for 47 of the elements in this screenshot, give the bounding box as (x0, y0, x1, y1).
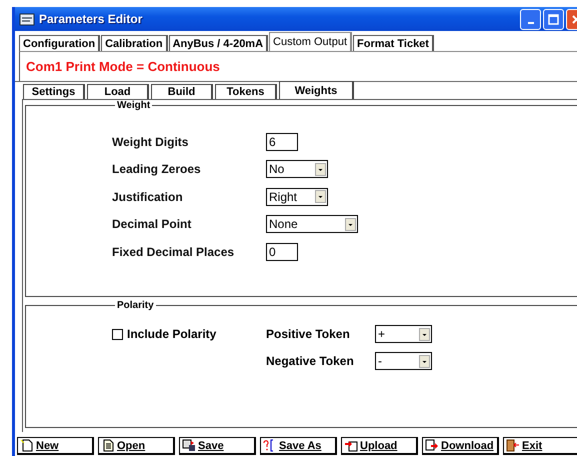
door-icon (506, 439, 520, 452)
tab[interactable]: AnyBus / 4-20mA (168, 35, 268, 51)
toolbar-button[interactable]: Exit (503, 437, 577, 456)
dropdown[interactable]: + (375, 325, 432, 344)
window-title: Parameters Editor (39, 12, 142, 26)
dropdown[interactable]: None (266, 215, 358, 234)
field-label: Weight Digits (112, 134, 190, 149)
field-label: Leading Zeroes (112, 162, 202, 176)
download-arrow-icon (425, 439, 439, 452)
toolbar-button[interactable]: Upload (341, 437, 418, 456)
maximize-icon (548, 14, 559, 24)
tab[interactable]: Custom Output (269, 32, 352, 51)
group-title: Weight (116, 100, 152, 112)
tab[interactable]: Weights (279, 81, 354, 100)
tab[interactable]: Build (151, 84, 213, 100)
group-title: Polarity (116, 300, 155, 312)
field-label: Negative Token (266, 354, 355, 368)
page-icon (20, 439, 34, 452)
tab[interactable]: Settings (23, 84, 85, 100)
tab[interactable]: Tokens (215, 84, 277, 100)
toolbar-button[interactable]: Download (422, 437, 499, 456)
toolbar-button[interactable]: New (17, 437, 94, 456)
field-label: Justification (112, 190, 184, 204)
input-field[interactable]: 0 (266, 242, 298, 261)
tab[interactable]: Format Ticket (353, 35, 434, 51)
toolbar-button[interactable]: Save (179, 437, 256, 456)
field-label: Decimal Point (112, 217, 192, 232)
minimize-icon (528, 22, 534, 24)
tab[interactable]: Configuration (19, 35, 100, 51)
app-icon (19, 12, 35, 26)
minimize-button[interactable] (520, 8, 541, 30)
field-label: Fixed Decimal Places (112, 244, 236, 259)
input-field[interactable]: 6 (266, 132, 298, 151)
toolbar-button[interactable]: Save As (260, 437, 337, 456)
dropdown[interactable]: Right (266, 188, 328, 206)
dropdown[interactable]: - (375, 352, 432, 370)
print-mode-text: Com1 Print Mode = Continuous (26, 59, 220, 74)
field-label: Positive Token (266, 327, 351, 342)
upload-arrow-icon (344, 439, 358, 452)
tab[interactable]: Calibration (101, 35, 168, 51)
toolbar-button[interactable]: Open (98, 437, 175, 456)
tab[interactable]: Load (87, 84, 149, 100)
maximize-button[interactable] (543, 8, 564, 30)
dropdown[interactable]: No (266, 160, 328, 178)
document-icon (101, 439, 115, 452)
disk-icon (182, 439, 196, 452)
include-polarity-checkbox[interactable]: Include Polarity (112, 325, 266, 344)
